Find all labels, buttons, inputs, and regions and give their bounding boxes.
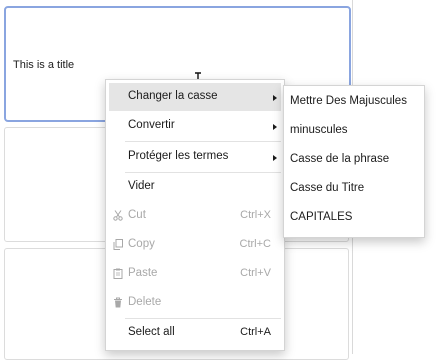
submenu-item-label: Mettre Des Majuscules [290, 95, 407, 107]
menu-item-protect-terms[interactable]: Protéger les termes [109, 143, 281, 171]
menu-item-select-all[interactable]: Select all Ctrl+A [109, 319, 281, 347]
menu-item-shortcut: Ctrl+V [240, 267, 271, 279]
menu-item-convert[interactable]: Convertir [109, 112, 281, 140]
submenu-item-title-case[interactable]: Casse du Titre [284, 174, 424, 203]
menu-item-label: Protéger les termes [128, 150, 229, 162]
submenu-item-capitalize-words[interactable]: Mettre Des Majuscules [284, 87, 424, 116]
menu-item-label: Convertir [128, 119, 175, 131]
menu-item-change-case[interactable]: Changer la casse [109, 83, 281, 111]
menu-item-shortcut: Ctrl+A [240, 326, 271, 338]
scissors-icon [113, 210, 123, 221]
change-case-submenu: Mettre Des Majuscules minuscules Casse d… [283, 85, 425, 238]
chevron-right-icon [273, 155, 277, 161]
menu-item-shortcut: Ctrl+X [240, 209, 271, 221]
menu-item-delete[interactable]: Delete [109, 289, 281, 317]
clipboard-icon [113, 268, 123, 279]
menu-item-shortcut: Ctrl+C [239, 238, 271, 250]
copy-icon [113, 239, 123, 250]
menu-separator [125, 141, 281, 142]
trash-icon [114, 297, 122, 308]
card-title: This is a title [13, 59, 75, 71]
menu-item-label: Paste [128, 267, 158, 279]
submenu-item-label: CAPITALES [290, 211, 353, 223]
menu-item-label: Delete [128, 296, 162, 308]
submenu-item-sentence-case[interactable]: Casse de la phrase [284, 145, 424, 174]
menu-item-label: Copy [128, 238, 155, 250]
submenu-item-uppercase[interactable]: CAPITALES [284, 203, 424, 232]
menu-item-copy[interactable]: Copy Ctrl+C [109, 231, 281, 259]
chevron-right-icon [273, 124, 277, 130]
menu-item-label: Vider [128, 180, 155, 192]
menu-item-empty[interactable]: Vider [109, 173, 281, 201]
menu-item-cut[interactable]: Cut Ctrl+X [109, 202, 281, 230]
submenu-item-label: Casse du Titre [290, 182, 365, 194]
submenu-item-label: Casse de la phrase [290, 153, 390, 165]
context-menu: Changer la casse Convertir Protéger les … [105, 79, 285, 351]
chevron-right-icon [273, 95, 277, 101]
submenu-item-lowercase[interactable]: minuscules [284, 116, 424, 145]
menu-item-label: Cut [128, 209, 146, 221]
submenu-item-label: minuscules [290, 124, 348, 136]
menu-item-label: Changer la casse [128, 90, 218, 102]
menu-item-paste[interactable]: Paste Ctrl+V [109, 260, 281, 288]
menu-item-label: Select all [128, 326, 175, 338]
